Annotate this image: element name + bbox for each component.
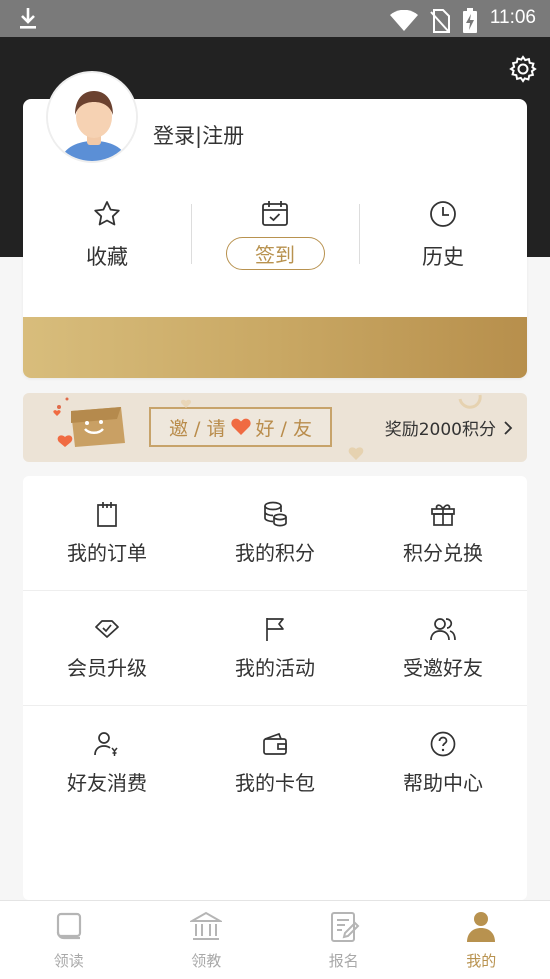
favorites-button[interactable]: 收藏	[23, 199, 191, 289]
status-time: 11:06	[489, 7, 536, 28]
gear-icon[interactable]	[508, 54, 538, 84]
tab-signup[interactable]: 报名	[275, 901, 413, 979]
institution-icon	[190, 911, 223, 940]
tab-signup-label: 报名	[328, 952, 359, 970]
diamond-icon	[95, 620, 119, 638]
clock-icon	[430, 201, 456, 227]
membership-banner[interactable]	[23, 317, 527, 378]
tab-mine-label: 我的	[466, 952, 497, 970]
gift-box-smile-icon	[53, 397, 125, 447]
help-icon	[430, 731, 456, 757]
order-icon	[97, 502, 117, 527]
help-center-label: 帮助中心	[403, 771, 483, 795]
no-sim-icon	[430, 9, 450, 33]
points-exchange-label: 积分兑换	[403, 541, 483, 565]
calendar-check-icon	[262, 201, 288, 226]
my-points-label: 我的积分	[235, 541, 315, 565]
coins-icon	[264, 501, 287, 527]
my-activities-label: 我的活动	[235, 656, 315, 680]
friend-spending-label: 好友消费	[67, 771, 147, 795]
my-points-button[interactable]: 我的积分	[191, 476, 359, 590]
member-upgrade-label: 会员升级	[67, 656, 147, 680]
tab-teach-label: 领教	[191, 952, 222, 970]
wifi-icon	[390, 10, 418, 31]
checkin-button[interactable]: 签到	[225, 237, 325, 270]
bottom-tab-bar: 领读 领教 报名 我的	[0, 900, 550, 979]
friends-icon	[430, 618, 456, 641]
star-icon	[94, 201, 120, 226]
favorites-label: 收藏	[86, 245, 128, 269]
checkin-item[interactable]: 签到	[191, 199, 359, 289]
invite-friends-label: 邀 / 请 好 / 友	[149, 407, 332, 447]
heart-icon	[230, 418, 251, 435]
signup-form-icon	[330, 912, 360, 942]
default-avatar-icon	[48, 73, 136, 161]
tab-teach[interactable]: 领教	[138, 901, 276, 979]
person-icon	[467, 912, 496, 942]
grid-row: 会员升级 我的活动 受邀好友	[23, 591, 527, 706]
tab-mine[interactable]: 我的	[413, 901, 550, 979]
points-exchange-button[interactable]: 积分兑换	[359, 476, 527, 590]
my-orders-label: 我的订单	[67, 541, 147, 565]
invite-text-b: 好 / 友	[255, 417, 312, 440]
member-upgrade-button[interactable]: 会员升级	[23, 591, 191, 705]
feature-grid: 我的订单 我的积分 积分兑换 会员升级 我的活动 受邀好友 好友消费 我的卡包 …	[23, 476, 527, 900]
my-cards-button[interactable]: 我的卡包	[191, 706, 359, 821]
quick-actions: 收藏 签到 历史	[23, 199, 527, 289]
status-icons	[390, 8, 478, 34]
reward-text: 奖励2000积分	[384, 420, 496, 440]
invited-friends-button[interactable]: 受邀好友	[359, 591, 527, 705]
login-register-link[interactable]: 登录|注册	[153, 120, 244, 150]
invite-friends-banner[interactable]: 邀 / 请 好 / 友 奖励2000积分	[23, 393, 527, 462]
gift-icon	[431, 504, 455, 526]
user-yuan-icon	[94, 732, 118, 756]
help-center-button[interactable]: 帮助中心	[359, 706, 527, 821]
book-icon	[56, 912, 81, 940]
avatar[interactable]	[46, 71, 138, 163]
history-button[interactable]: 历史	[359, 199, 527, 289]
download-icon	[20, 8, 36, 29]
friend-spending-button[interactable]: 好友消费	[23, 706, 191, 821]
history-label: 历史	[422, 245, 464, 269]
battery-charging-icon	[463, 8, 477, 33]
my-cards-label: 我的卡包	[235, 771, 315, 795]
my-orders-button[interactable]: 我的订单	[23, 476, 191, 590]
wallet-icon	[263, 732, 287, 755]
flag-icon	[266, 618, 284, 641]
invite-text-a: 邀 / 请	[169, 417, 226, 440]
status-bar: 11:06	[0, 0, 550, 37]
tab-read-label: 领读	[53, 952, 84, 970]
tab-read[interactable]: 领读	[0, 901, 138, 979]
chevron-right-icon	[504, 420, 513, 435]
my-activities-button[interactable]: 我的活动	[191, 591, 359, 705]
invited-friends-label: 受邀好友	[403, 656, 483, 680]
grid-row: 好友消费 我的卡包 帮助中心	[23, 706, 527, 821]
invite-reward[interactable]: 奖励2000积分	[385, 415, 513, 440]
grid-row: 我的订单 我的积分 积分兑换	[23, 476, 527, 591]
